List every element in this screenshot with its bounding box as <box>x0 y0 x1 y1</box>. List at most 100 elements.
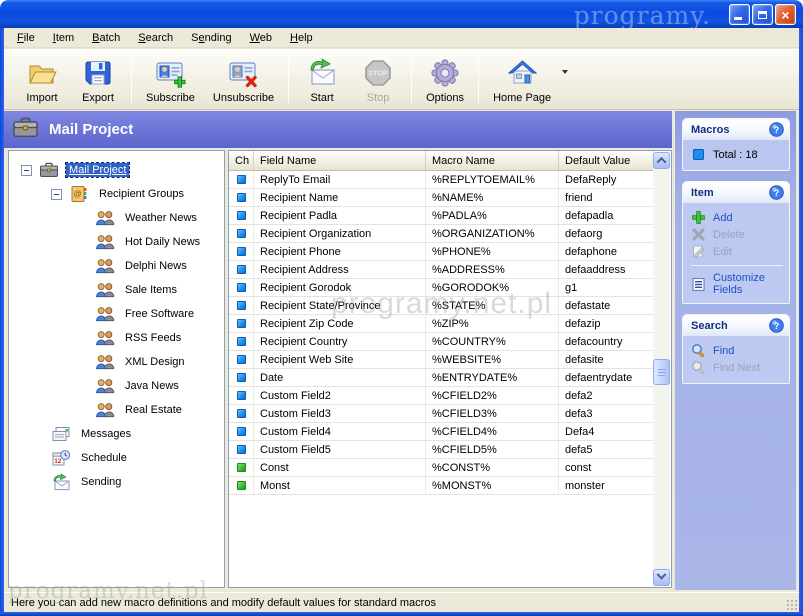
svg-text:?: ? <box>774 125 780 135</box>
table-row-recipient-web-site[interactable]: Recipient Web Site%WEBSITE%defasite <box>229 351 654 369</box>
table-row-recipient-zip-code[interactable]: Recipient Zip Code%ZIP%defazip <box>229 315 654 333</box>
table-row-recipient-phone[interactable]: Recipient Phone%PHONE%defaphone <box>229 243 654 261</box>
toolbar-button-export[interactable]: Export <box>70 52 126 107</box>
tree-item-sale-items[interactable]: Sale Items <box>9 278 224 302</box>
row-checkbox[interactable] <box>229 459 254 476</box>
sidebar-action-find[interactable]: Find <box>691 342 785 359</box>
sidebar-section-header[interactable]: Macros? <box>683 119 789 140</box>
tree-item-real-estate[interactable]: Real Estate <box>9 398 224 422</box>
help-icon[interactable]: ? <box>769 318 784 333</box>
help-icon[interactable]: ? <box>769 185 784 200</box>
svg-text:?: ? <box>774 188 780 198</box>
menu-item-web[interactable]: Web <box>241 30 281 46</box>
cell-default-value: defaaddress <box>559 261 654 278</box>
tree-item-delphi-news[interactable]: Delphi News <box>9 254 224 278</box>
menu-item-file[interactable]: File <box>8 30 44 46</box>
sidebar-action-add[interactable]: Add <box>691 209 785 226</box>
table-row-recipient-organization[interactable]: Recipient Organization%ORGANIZATION%defa… <box>229 225 654 243</box>
menu-item-item[interactable]: Item <box>44 30 83 46</box>
toolbar-button-start[interactable]: Start <box>294 52 350 107</box>
toolbar-button-subscribe[interactable]: Subscribe <box>137 52 204 107</box>
toolbar-button-import[interactable]: Import <box>14 52 70 107</box>
toolbar-label: Options <box>426 92 464 104</box>
sidebar-action-label: Delete <box>713 229 745 241</box>
toolbar-button-unsubscribe[interactable]: Unsubscribe <box>204 52 283 107</box>
close-icon: × <box>781 8 789 22</box>
tree-item-hot-daily-news[interactable]: Hot Daily News <box>9 230 224 254</box>
tree-item-xml-design[interactable]: XML Design <box>9 350 224 374</box>
tree-item-java-news[interactable]: Java News <box>9 374 224 398</box>
row-checkbox[interactable] <box>229 243 254 260</box>
column-header-ch[interactable]: Ch <box>229 151 254 170</box>
row-checkbox[interactable] <box>229 279 254 296</box>
tree-item-schedule[interactable]: 12Schedule <box>9 446 224 470</box>
column-header-default-value[interactable]: Default Value <box>559 151 654 170</box>
macros-table: ChField NameMacro NameDefault Value Repl… <box>228 150 672 588</box>
table-row-recipient-address[interactable]: Recipient Address%ADDRESS%defaaddress <box>229 261 654 279</box>
table-row-recipient-gorodok[interactable]: Recipient Gorodok%GORODOK%g1 <box>229 279 654 297</box>
sidebar-section-header[interactable]: Search? <box>683 315 789 336</box>
column-header-macro-name[interactable]: Macro Name <box>426 151 559 170</box>
row-checkbox[interactable] <box>229 477 254 494</box>
table-row-replyto-email[interactable]: ReplyTo Email%REPLYTOEMAIL%DefaReply <box>229 171 654 189</box>
row-checkbox[interactable] <box>229 315 254 332</box>
table-row-const[interactable]: Const%CONST%const <box>229 459 654 477</box>
tree-item-messages[interactable]: Messages <box>9 422 224 446</box>
close-button[interactable]: × <box>775 4 796 25</box>
title-bar[interactable]: programy. × <box>0 0 803 28</box>
tree-collapse-toggle[interactable] <box>21 165 32 176</box>
table-row-custom-field4[interactable]: Custom Field4%CFIELD4%Defa4 <box>229 423 654 441</box>
tree-item-weather-news[interactable]: Weather News <box>9 206 224 230</box>
row-checkbox[interactable] <box>229 423 254 440</box>
row-checkbox[interactable] <box>229 189 254 206</box>
row-checkbox[interactable] <box>229 387 254 404</box>
resize-grip[interactable] <box>786 599 798 611</box>
row-checkbox[interactable] <box>229 405 254 422</box>
tree-item-free-software[interactable]: Free Software <box>9 302 224 326</box>
sidebar-action-customize-fields[interactable]: Customize Fields <box>691 272 785 296</box>
table-row-recipient-country[interactable]: Recipient Country%COUNTRY%defacountry <box>229 333 654 351</box>
tree-item-rss-feeds[interactable]: RSS Feeds <box>9 326 224 350</box>
row-checkbox[interactable] <box>229 297 254 314</box>
sidebar-section-header[interactable]: Item? <box>683 182 789 203</box>
scroll-down-button[interactable] <box>653 569 670 586</box>
row-checkbox[interactable] <box>229 369 254 386</box>
table-row-date[interactable]: Date%ENTRYDATE%defaentrydate <box>229 369 654 387</box>
row-checkbox[interactable] <box>229 351 254 368</box>
row-checkbox[interactable] <box>229 441 254 458</box>
row-checkbox[interactable] <box>229 207 254 224</box>
cell-macro-name: %REPLYTOEMAIL% <box>426 171 559 188</box>
cell-field-name: Monst <box>254 477 426 494</box>
tree-item-mail-project[interactable]: Mail Project <box>9 158 224 182</box>
maximize-button[interactable] <box>752 4 773 25</box>
toolbar-button-home-page[interactable]: Home Page <box>484 52 560 107</box>
row-checkbox[interactable] <box>229 171 254 188</box>
home-page-dropdown-arrow[interactable] <box>562 70 568 74</box>
tree-collapse-toggle[interactable] <box>51 189 62 200</box>
menu-item-batch[interactable]: Batch <box>83 30 129 46</box>
table-row-monst[interactable]: Monst%MONST%monster <box>229 477 654 495</box>
menu-item-help[interactable]: Help <box>281 30 322 46</box>
minimize-button[interactable] <box>729 4 750 25</box>
toolbar-button-options[interactable]: Options <box>417 52 473 107</box>
row-checkbox[interactable] <box>229 225 254 242</box>
table-scrollbar[interactable] <box>653 152 670 586</box>
row-checkbox[interactable] <box>229 261 254 278</box>
table-row-recipient-name[interactable]: Recipient Name%NAME%friend <box>229 189 654 207</box>
scroll-thumb[interactable] <box>653 359 670 385</box>
tree-item-recipient-groups[interactable]: @Recipient Groups <box>9 182 224 206</box>
menu-item-search[interactable]: Search <box>129 30 182 46</box>
table-row-custom-field3[interactable]: Custom Field3%CFIELD3%defa3 <box>229 405 654 423</box>
column-header-field-name[interactable]: Field Name <box>254 151 426 170</box>
tree-item-label: Java News <box>122 379 182 393</box>
scroll-up-button[interactable] <box>653 152 670 169</box>
tree-item-label: Sending <box>78 475 124 489</box>
menu-item-sending[interactable]: Sending <box>182 30 240 46</box>
table-row-recipient-padla[interactable]: Recipient Padla%PADLA%defapadla <box>229 207 654 225</box>
help-icon[interactable]: ? <box>769 122 784 137</box>
row-checkbox[interactable] <box>229 333 254 350</box>
table-row-custom-field5[interactable]: Custom Field5%CFIELD5%defa5 <box>229 441 654 459</box>
table-row-custom-field2[interactable]: Custom Field2%CFIELD2%defa2 <box>229 387 654 405</box>
tree-item-sending[interactable]: Sending <box>9 470 224 494</box>
table-row-recipient-state-province[interactable]: Recipient State/Province%STATE%defastate <box>229 297 654 315</box>
